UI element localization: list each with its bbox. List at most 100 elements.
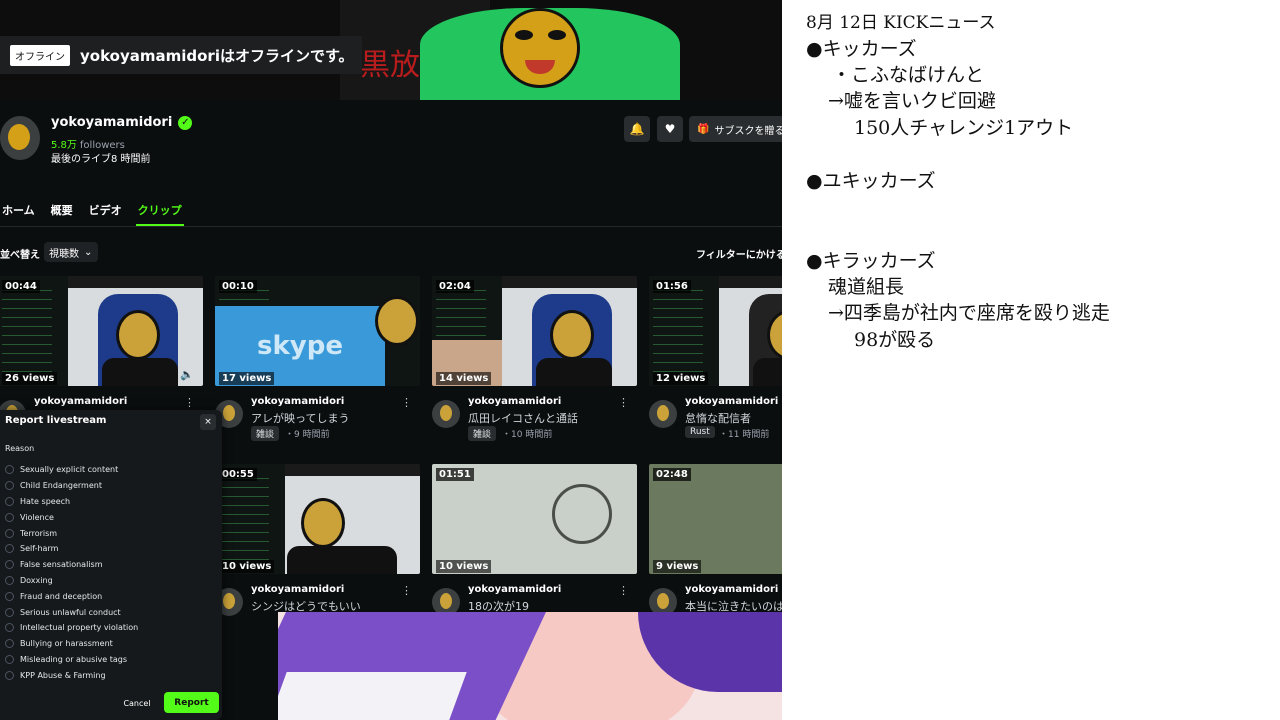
clip-channel[interactable]: yokoyamamidori xyxy=(251,396,344,407)
radio-button[interactable] xyxy=(5,465,14,475)
channel-name[interactable]: yokoyamamidori ✓ xyxy=(51,115,193,130)
tab-videos[interactable]: ビデオ xyxy=(87,200,124,226)
clip-thumbnail[interactable]: 01:51 10 views xyxy=(432,464,637,574)
reason-label-text: Fraud and deception xyxy=(20,591,103,601)
clip-category-tag[interactable]: 雑談 xyxy=(251,426,280,441)
thumb-mask xyxy=(301,498,345,548)
note-line: →嘘を言いクビ回避 xyxy=(828,90,996,112)
reason-option[interactable]: Terrorism xyxy=(5,525,215,541)
more-options-icon[interactable]: ⋮ xyxy=(618,396,629,409)
clip-thumbnail[interactable]: 00:55 10 views xyxy=(215,464,420,574)
clip-avatar[interactable] xyxy=(649,400,677,428)
reason-option[interactable]: Child Endangerment xyxy=(5,478,215,494)
radio-button[interactable] xyxy=(5,654,14,664)
radio-button[interactable] xyxy=(5,639,14,649)
clip-card[interactable]: 01:56 12 views yokoyamamidori 怠惰な配信者 Rus… xyxy=(649,276,782,440)
clip-title[interactable]: 怠惰な配信者 xyxy=(685,410,751,426)
news-notes-panel: 8月 12日 KICKニュース ●キッカーズ ・こふなばけんと →嘘を言いクビ回… xyxy=(782,0,1280,720)
offline-badge: オフライン xyxy=(10,44,70,66)
clip-card[interactable]: 02:48 9 views yokoyamamidori 本当に泣きたいのは xyxy=(649,464,782,628)
radio-button[interactable] xyxy=(5,591,14,601)
clip-duration: 02:48 xyxy=(653,468,691,481)
clip-title[interactable]: アレが映ってしまう xyxy=(251,410,349,426)
filter-button[interactable]: フィルターにかける xyxy=(696,246,782,261)
reason-option[interactable]: Sexually explicit content xyxy=(5,462,215,478)
clip-thumbnail[interactable]: skype 00:10 17 views xyxy=(215,276,420,386)
reason-option[interactable]: Bullying or harassment xyxy=(5,636,215,652)
follow-heart-button[interactable]: ♥ xyxy=(657,116,683,142)
clip-card[interactable]: 02:04 14 views yokoyamamidori 瓜田レイコさんと通話… xyxy=(432,276,637,441)
radio-button[interactable] xyxy=(5,496,14,506)
tab-home[interactable]: ホーム xyxy=(0,200,37,226)
gift-subscription-button[interactable]: 🎁 サブスクを贈る xyxy=(689,116,782,142)
clip-title[interactable]: 瓜田レイコさんと通話 xyxy=(468,410,578,426)
reason-option[interactable]: KPP Abuse & Farming xyxy=(5,667,215,683)
clip-channel[interactable]: yokoyamamidori xyxy=(34,396,127,407)
clip-age: ・10 時間前 xyxy=(502,430,553,440)
reason-option[interactable]: Misleading or abusive tags xyxy=(5,652,215,668)
radio-button[interactable] xyxy=(5,623,14,633)
channel-avatar[interactable] xyxy=(0,116,40,160)
clip-thumbnail[interactable]: 01:56 12 views xyxy=(649,276,782,386)
radio-button[interactable] xyxy=(5,670,14,680)
gift-icon: 🎁 xyxy=(697,123,710,135)
channel-name-text: yokoyamamidori xyxy=(51,115,173,130)
clip-channel[interactable]: yokoyamamidori xyxy=(468,584,561,595)
reason-label-text: Serious unlawful conduct xyxy=(20,607,121,617)
reason-label-text: Self-harm xyxy=(20,544,59,554)
clip-thumbnail[interactable]: 02:04 14 views xyxy=(432,276,637,386)
clip-category-tag[interactable]: 雑談 xyxy=(468,426,497,441)
radio-button[interactable] xyxy=(5,560,14,570)
clip-avatar[interactable] xyxy=(432,400,460,428)
reason-option[interactable]: Violence xyxy=(5,509,215,525)
clip-channel[interactable]: yokoyamamidori xyxy=(685,584,778,595)
tab-about[interactable]: 概要 xyxy=(49,200,75,226)
reason-option[interactable]: Hate speech xyxy=(5,494,215,510)
overlay-art-cloth xyxy=(278,672,467,720)
clip-category-tag[interactable]: Rust xyxy=(685,426,715,438)
reason-label-text: Sexually explicit content xyxy=(20,465,119,475)
radio-button[interactable] xyxy=(5,575,14,585)
reason-option[interactable]: Doxxing xyxy=(5,573,215,589)
clip-channel[interactable]: yokoyamamidori xyxy=(251,584,344,595)
radio-button[interactable] xyxy=(5,528,14,538)
clip-card[interactable]: 01:51 10 views yokoyamamidori 18の次が19 ⋮ xyxy=(432,464,637,628)
clip-channel[interactable]: yokoyamamidori xyxy=(685,396,778,407)
tab-clips[interactable]: クリップ xyxy=(135,200,184,226)
more-options-icon[interactable]: ⋮ xyxy=(184,396,195,409)
more-options-icon[interactable]: ⋮ xyxy=(618,584,629,597)
clip-card[interactable]: 00:55 10 views yokoyamamidori シンジはどうでもいい… xyxy=(215,464,420,628)
clip-views: 17 views xyxy=(219,372,275,385)
cancel-button[interactable]: Cancel xyxy=(116,694,158,712)
reason-option[interactable]: Self-harm xyxy=(5,541,215,557)
radio-button[interactable] xyxy=(5,512,14,522)
radio-button[interactable] xyxy=(5,607,14,617)
clip-channel[interactable]: yokoyamamidori xyxy=(468,396,561,407)
gift-subscription-label: サブスクを贈る xyxy=(714,125,782,137)
clip-duration: 00:55 xyxy=(219,468,257,481)
reason-option[interactable]: Serious unlawful conduct xyxy=(5,604,215,620)
sort-label: 並べ替え xyxy=(0,250,40,261)
notification-bell-button[interactable]: 🔔 xyxy=(624,116,650,142)
sort-dropdown[interactable]: 視聴数 ⌄ xyxy=(44,242,98,262)
report-submit-button[interactable]: Report xyxy=(164,692,219,713)
close-icon[interactable]: × xyxy=(200,414,216,430)
channel-tabs: ホーム 概要 ビデオ クリップ xyxy=(0,200,184,226)
reason-label-text: Bullying or harassment xyxy=(20,639,113,649)
reason-options: Sexually explicit content Child Endanger… xyxy=(5,462,215,683)
clip-thumbnail[interactable]: 00:44 26 views 🔈 xyxy=(0,276,203,386)
clip-card[interactable]: skype 00:10 17 views yokoyamamidori アレが映… xyxy=(215,276,420,441)
clip-views: 10 views xyxy=(219,560,275,573)
radio-button[interactable] xyxy=(5,481,14,491)
verified-check-icon: ✓ xyxy=(178,115,193,130)
more-options-icon[interactable]: ⋮ xyxy=(401,396,412,409)
volume-icon[interactable]: 🔈 xyxy=(180,368,194,381)
reason-option[interactable]: Fraud and deception xyxy=(5,588,215,604)
reason-option[interactable]: Intellectual property violation xyxy=(5,620,215,636)
radio-button[interactable] xyxy=(5,544,14,554)
more-options-icon[interactable]: ⋮ xyxy=(401,584,412,597)
clip-thumbnail[interactable]: 02:48 9 views xyxy=(649,464,782,574)
clip-duration: 01:56 xyxy=(653,280,691,293)
reason-label-text: Misleading or abusive tags xyxy=(20,654,127,664)
reason-option[interactable]: False sensationalism xyxy=(5,557,215,573)
